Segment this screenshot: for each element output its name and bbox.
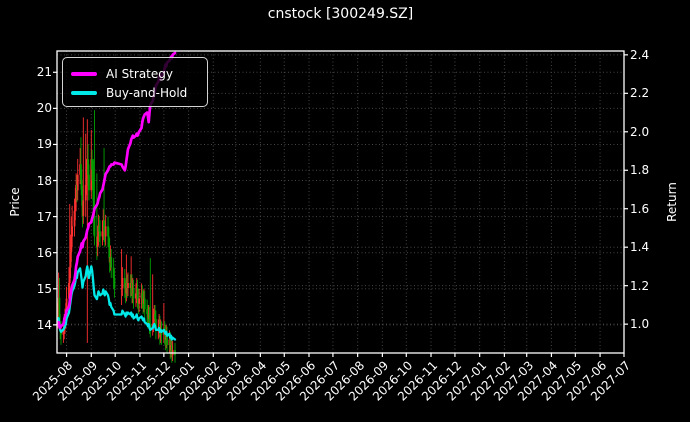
candle-body bbox=[121, 277, 124, 289]
return-tick-label: 1.0 bbox=[630, 317, 650, 332]
buy-and-hold-line-swatch bbox=[71, 90, 97, 95]
legend: AI Strategy Buy-and-Hold bbox=[62, 57, 208, 107]
candle-body bbox=[127, 283, 129, 289]
price-tick-label: 20 bbox=[36, 101, 52, 116]
return-tick-label: 2.2 bbox=[630, 86, 650, 101]
candle-body bbox=[82, 200, 85, 216]
candle-body bbox=[76, 174, 79, 191]
legend-label-ai-strategy: AI Strategy bbox=[106, 66, 173, 81]
return-tick-label: 1.4 bbox=[630, 240, 650, 255]
candle-body bbox=[143, 298, 146, 309]
y-axis-label-price: Price bbox=[8, 187, 22, 217]
return-tick-label: 1.2 bbox=[630, 278, 650, 293]
price-tick-label: 15 bbox=[36, 281, 52, 296]
price-tick-label: 18 bbox=[36, 173, 52, 188]
legend-item-buy-and-hold: Buy-and-Hold bbox=[71, 83, 199, 102]
price-tick-label: 14 bbox=[36, 317, 52, 332]
candle-body bbox=[71, 226, 74, 237]
return-tick-label: 1.8 bbox=[630, 163, 650, 178]
chart-figure: cnstock [300249.SZ] 14 15 16 17 18 19 20 21 1.0 1… bbox=[0, 0, 690, 422]
legend-label-buy-and-hold: Buy-and-Hold bbox=[106, 85, 188, 100]
y-axis-label-return: Return bbox=[665, 182, 679, 222]
return-tick-label: 2.4 bbox=[630, 47, 650, 62]
price-tick-label: 21 bbox=[36, 65, 52, 80]
candle-body bbox=[113, 277, 116, 289]
candle-body bbox=[104, 226, 107, 237]
candle-body bbox=[132, 288, 135, 299]
legend-item-ai-strategy: AI Strategy bbox=[71, 64, 199, 83]
price-tick-label: 19 bbox=[36, 137, 52, 152]
return-tick-label: 2.0 bbox=[630, 124, 650, 139]
candle-body bbox=[99, 231, 101, 237]
ai-strategy-line-swatch bbox=[71, 71, 97, 76]
price-tick-label: 16 bbox=[36, 245, 52, 260]
candle-body bbox=[138, 298, 141, 304]
candle-body bbox=[93, 215, 96, 237]
return-tick-label: 1.6 bbox=[630, 201, 650, 216]
candle-body bbox=[87, 174, 90, 191]
candle-body bbox=[110, 257, 113, 268]
